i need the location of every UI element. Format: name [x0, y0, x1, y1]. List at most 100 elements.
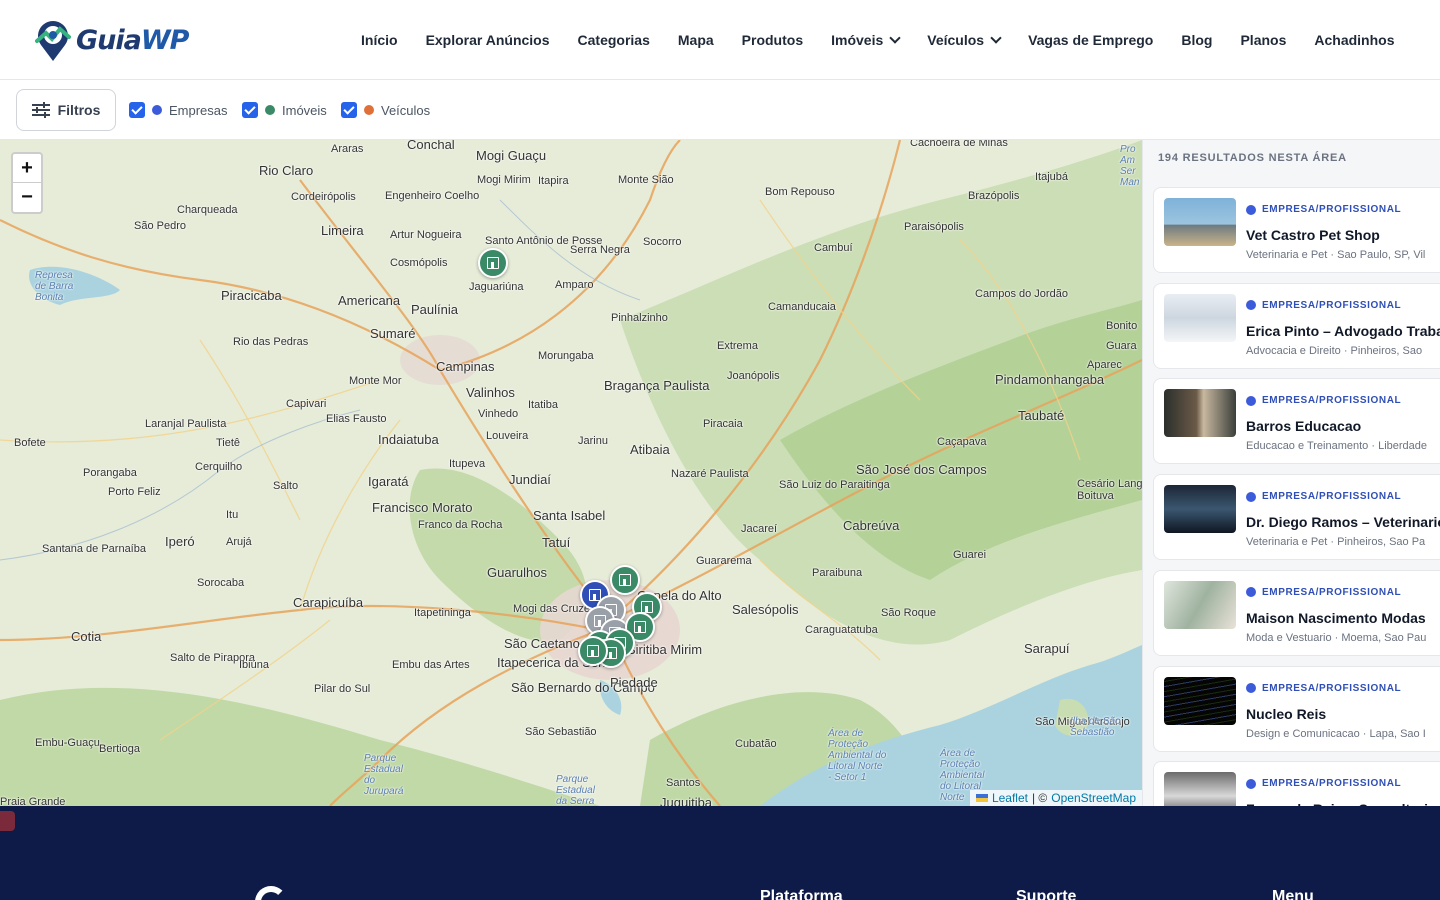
map-place-label: São Roque [881, 607, 937, 619]
map-place-label: Brazópolis [968, 190, 1020, 202]
nav-item-7[interactable]: Vagas de Emprego [1014, 32, 1167, 48]
checkbox-checked-icon[interactable] [242, 102, 258, 118]
leaflet-link[interactable]: Leaflet [992, 791, 1028, 805]
map-place-label: Camanducaia [768, 301, 836, 313]
category-dot-icon [1246, 204, 1256, 215]
nav-item-label: Imóveis [831, 32, 884, 48]
map-place-label: Bofete [14, 437, 46, 449]
map-place-label: Morungaba [538, 350, 594, 362]
filters-button[interactable]: Filtros [16, 89, 116, 131]
nav-item-9[interactable]: Planos [1226, 32, 1300, 48]
map-place-label: Piedade [610, 675, 658, 690]
filter-option-0[interactable]: Empresas [129, 102, 228, 118]
map-marker[interactable] [578, 636, 608, 666]
nav-item-1[interactable]: Explorar Anúncios [412, 32, 564, 48]
result-title[interactable]: Nucleo Reis [1246, 706, 1326, 722]
map-place-label: Cosmópolis [390, 257, 448, 269]
zoom-control: + − [11, 152, 43, 214]
checkbox-checked-icon[interactable] [129, 102, 145, 118]
map-place-label: Igaratá [368, 474, 409, 489]
osm-link[interactable]: OpenStreetMap [1051, 791, 1136, 805]
result-title[interactable]: Dr. Diego Ramos – Veterinario [1246, 514, 1440, 530]
category-dot-icon [1246, 778, 1256, 789]
result-thumbnail [1164, 485, 1236, 534]
nav-item-6[interactable]: Veículos [913, 32, 1014, 48]
result-card[interactable]: EMPRESA/PROFISSIONAL Nucleo Reis Design e … [1153, 665, 1440, 752]
map-place-label: Joanópolis [727, 370, 780, 382]
nav-item-4[interactable]: Produtos [728, 32, 817, 48]
nav-item-0[interactable]: Início [347, 32, 412, 48]
map-place-label: Biritiba Mirim [627, 642, 703, 657]
map-place-label: Sorocaba [197, 577, 245, 589]
map-place-label: São José dos Campos [856, 462, 987, 477]
filter-option-label: Empresas [169, 102, 228, 118]
nav-item-5[interactable]: Imóveis [817, 32, 913, 48]
nav-item-3[interactable]: Mapa [664, 32, 728, 48]
map-place-label: Rio das Pedras [233, 336, 309, 348]
map-place-label: Jaguariúna [469, 281, 524, 293]
map-place-label: Francisco Morato [372, 500, 473, 515]
nav-item-10[interactable]: Achadinhos [1300, 32, 1408, 48]
map-place-label: Conchal [407, 140, 455, 152]
filter-option-1[interactable]: Imóveis [242, 102, 327, 118]
footer-logo-icon [255, 886, 287, 900]
result-card[interactable]: EMPRESA/PROFISSIONALFernanda Reis – Cons… [1153, 761, 1440, 806]
result-card[interactable]: EMPRESA/PROFISSIONAL Barros Educacao Educa… [1153, 378, 1440, 465]
map-place-label: Socorro [643, 236, 682, 248]
filter-option-2[interactable]: Veículos [341, 102, 430, 118]
sliders-icon [31, 102, 50, 118]
result-card[interactable]: EMPRESA/PROFISSIONAL Maison Nascimento Mo… [1153, 569, 1440, 656]
building-icon [486, 257, 500, 269]
map-place-label: Cambuí [814, 242, 853, 254]
map-place-label: Campos do Jordão [975, 288, 1068, 300]
result-category-label: EMPRESA/PROFISSIONAL [1262, 586, 1402, 598]
rss-icon[interactable] [0, 811, 15, 831]
building-icon [633, 621, 647, 633]
map-place-label: Caraguatatuba [805, 624, 878, 636]
nav-item-label: Veículos [927, 32, 985, 48]
nav-item-2[interactable]: Categorias [564, 32, 664, 48]
map-place-label: Laranjal Paulista [145, 418, 227, 430]
map-place-label: Aparec [1087, 359, 1122, 371]
result-title[interactable]: Barros Educacao [1246, 418, 1361, 434]
result-card[interactable]: EMPRESA/PROFISSIONAL Dr. Diego Ramos – Ve… [1153, 474, 1440, 561]
map-place-label: Ibiúna [239, 659, 269, 671]
result-card[interactable]: EMPRESA/PROFISSIONAL Vet Castro Pet Shop V… [1153, 187, 1440, 273]
result-title[interactable]: Maison Nascimento Modas [1246, 610, 1426, 626]
legend-dot-icon [152, 105, 162, 115]
site-footer: Plataforma Suporte Menu [0, 806, 1440, 900]
result-category-label: EMPRESA/PROFISSIONAL [1262, 778, 1402, 790]
map-view[interactable]: Araras Conchal Mogi Guaçu Mogi Mirim Itapira… [0, 140, 1142, 806]
map-place-label: Embu-Guaçu [35, 737, 100, 749]
map-place-label: Itatiba [528, 399, 558, 411]
site-logo[interactable]: GuiaWP [32, 16, 189, 64]
nav-item-label: Vagas de Emprego [1028, 32, 1154, 48]
map-place-label: Paraisópolis [904, 221, 964, 233]
result-card[interactable]: EMPRESA/PROFISSIONAL Erica Pinto – Advoga… [1153, 282, 1440, 369]
result-title[interactable]: Vet Castro Pet Shop [1246, 227, 1380, 243]
map-place-label: Nazaré Paulista [671, 468, 749, 480]
result-subtitle: Design e Comunicacao · Lapa, Sao I [1246, 727, 1426, 740]
map-place-label: Sumaré [370, 326, 416, 341]
map-place-label: Iperó [165, 534, 195, 549]
category-dot-icon [1246, 683, 1256, 693]
map-place-label: Salto [273, 480, 299, 492]
map-place-label: Jacareí [741, 523, 778, 535]
map-place-label: Pindamonhangaba [995, 372, 1105, 387]
checkbox-checked-icon[interactable] [341, 102, 357, 118]
zoom-in-button[interactable]: + [13, 154, 41, 183]
category-dot-icon [1246, 300, 1256, 311]
map-place-label: Cubatão [735, 738, 777, 750]
category-dot-icon [1246, 491, 1256, 502]
map-marker[interactable] [478, 248, 508, 278]
map-place-label: Bom Repouso [765, 186, 835, 198]
result-category: EMPRESA/PROFISSIONAL [1246, 778, 1401, 789]
nav-item-8[interactable]: Blog [1167, 32, 1226, 48]
building-icon [586, 645, 600, 657]
map-place-label: Indaiatuba [378, 432, 439, 447]
map-place-label: São Sebastião [525, 726, 597, 738]
zoom-out-button[interactable]: − [13, 183, 41, 212]
map-marker[interactable] [610, 565, 640, 595]
result-title[interactable]: Erica Pinto – Advogado Traba [1246, 323, 1440, 339]
map-area-label: Área de Proteção Ambiental do Litoral No… [828, 728, 887, 783]
